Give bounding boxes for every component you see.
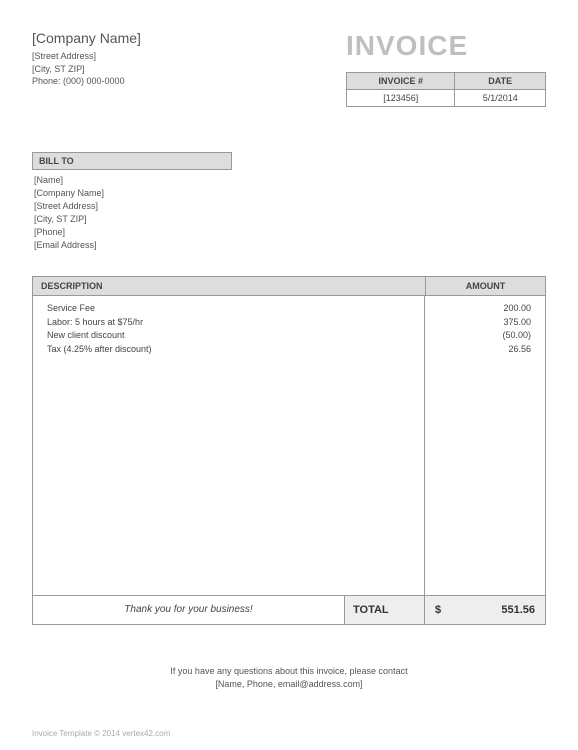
items-body: Service Fee 200.00 Labor: 5 hours at $75…	[32, 296, 546, 596]
meta-invoice-label: INVOICE #	[347, 73, 455, 90]
meta-date-label: DATE	[455, 73, 546, 90]
invoice-title: INVOICE	[346, 30, 546, 62]
total-amount: 551.56	[501, 604, 535, 616]
item-amount: 375.00	[425, 316, 535, 330]
footer-note: If you have any questions about this inv…	[32, 665, 546, 690]
invoice-meta-table: INVOICE # DATE [123456] 5/1/2014	[346, 72, 546, 107]
company-city: [City, ST ZIP]	[32, 63, 141, 76]
items-table-header: DESCRIPTION AMOUNT	[32, 276, 546, 296]
item-row: Service Fee 200.00	[43, 302, 535, 316]
item-amount: 26.56	[425, 343, 535, 357]
items-list: Service Fee 200.00 Labor: 5 hours at $75…	[33, 296, 545, 362]
billto-section: BILL TO [Name] [Company Name] [Street Ad…	[32, 152, 546, 256]
billto-street: [Street Address]	[34, 200, 544, 213]
header: [Company Name] [Street Address] [City, S…	[32, 30, 546, 107]
item-amount: 200.00	[425, 302, 535, 316]
footer-line1: If you have any questions about this inv…	[32, 665, 546, 678]
billto-name: [Name]	[34, 174, 544, 187]
company-phone: Phone: (000) 000-0000	[32, 75, 141, 88]
items-column-divider	[424, 296, 425, 595]
meta-date: 5/1/2014	[455, 90, 546, 107]
company-street: [Street Address]	[32, 50, 141, 63]
billto-header: BILL TO	[32, 152, 232, 170]
item-desc: Service Fee	[43, 302, 425, 316]
item-desc: Labor: 5 hours at $75/hr	[43, 316, 425, 330]
meta-invoice-number: [123456]	[347, 90, 455, 107]
item-row: Tax (4.25% after discount) 26.56	[43, 343, 535, 357]
billto-body: [Name] [Company Name] [Street Address] […	[32, 170, 546, 256]
item-amount: (50.00)	[425, 329, 535, 343]
billto-company: [Company Name]	[34, 187, 544, 200]
billto-city: [City, ST ZIP]	[34, 213, 544, 226]
item-desc: New client discount	[43, 329, 425, 343]
total-row: Thank you for your business! TOTAL $ 551…	[32, 596, 546, 625]
billto-email: [Email Address]	[34, 239, 544, 252]
item-row: Labor: 5 hours at $75/hr 375.00	[43, 316, 535, 330]
company-block: [Company Name] [Street Address] [City, S…	[32, 30, 141, 88]
col-amount: AMOUNT	[426, 277, 546, 296]
company-name: [Company Name]	[32, 30, 141, 46]
item-desc: Tax (4.25% after discount)	[43, 343, 425, 357]
item-row: New client discount (50.00)	[43, 329, 535, 343]
total-label: TOTAL	[345, 596, 425, 624]
header-right: INVOICE INVOICE # DATE [123456] 5/1/2014	[346, 30, 546, 107]
billto-phone: [Phone]	[34, 226, 544, 239]
footer-line2: [Name, Phone, email@address.com]	[32, 678, 546, 691]
col-description: DESCRIPTION	[33, 277, 426, 296]
copyright: Invoice Template © 2014 vertex42.com	[32, 729, 170, 738]
total-currency: $	[435, 604, 441, 616]
total-amount-cell: $ 551.56	[425, 596, 545, 624]
thank-you-message: Thank you for your business!	[33, 596, 345, 624]
